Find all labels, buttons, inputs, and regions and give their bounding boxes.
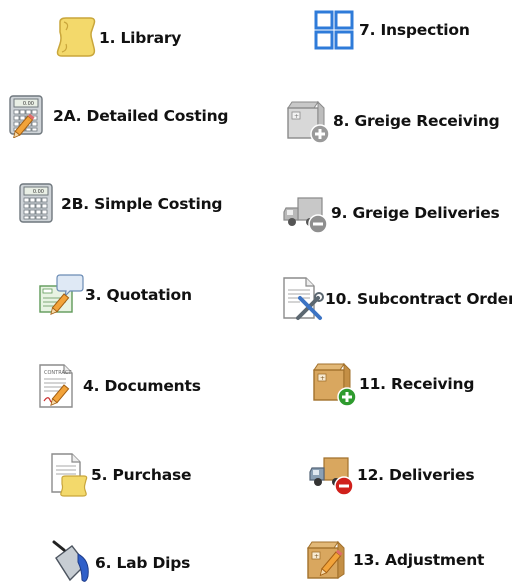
menu-item-documents[interactable]: CONTRACT 4. Documents — [36, 363, 201, 409]
menu-item-inspection[interactable]: 7. Inspection — [312, 8, 470, 52]
menu-item-label: 11. Receiving — [359, 375, 475, 393]
calculator-pencil-icon: 0.00 — [8, 94, 52, 138]
box-pencil-icon: + — [304, 536, 352, 584]
menu-item-deliveries[interactable]: 12. Deliveries — [308, 452, 475, 498]
menu-item-label: 10. Subcontract Order — [325, 290, 512, 308]
document-tools-icon — [280, 276, 324, 322]
document-pencil-icon: CONTRACT — [36, 363, 82, 409]
menu-item-label: 2B. Simple Costing — [61, 195, 223, 213]
menu-item-label: 6. Lab Dips — [95, 554, 191, 572]
svg-text:0.00: 0.00 — [23, 101, 34, 107]
menu-item-label: 2A. Detailed Costing — [53, 107, 229, 125]
menu-item-label: 7. Inspection — [359, 21, 470, 39]
box-add-gray-icon: + — [284, 98, 332, 144]
document-scroll-icon — [48, 452, 90, 498]
menu-item-greige-receiving[interactable]: + 8. Greige Receiving — [284, 98, 500, 144]
calculator-icon: 0.00 — [16, 182, 60, 226]
menu-item-receiving[interactable]: + 11. Receiving — [310, 360, 474, 408]
menu-item-label: 3. Quotation — [85, 286, 192, 304]
scroll-icon — [52, 16, 98, 60]
menu-item-simple-costing[interactable]: 0.00 2B. Simple Costing — [16, 182, 223, 226]
menu-item-adjustment[interactable]: + 13. Adjustment — [304, 536, 484, 584]
truck-remove-gray-icon — [282, 190, 330, 236]
quote-bubble-icon — [38, 272, 84, 318]
svg-text:+: + — [314, 553, 319, 560]
truck-remove-icon — [308, 452, 356, 498]
menu-item-label: 9. Greige Deliveries — [331, 204, 500, 222]
paint-bucket-icon — [48, 540, 94, 586]
menu-item-purchase[interactable]: 5. Purchase — [48, 452, 192, 498]
svg-text:0.00: 0.00 — [33, 189, 44, 195]
box-add-icon: + — [310, 360, 358, 408]
menu-item-label: 5. Purchase — [91, 466, 192, 484]
grid-icon — [312, 8, 358, 52]
menu-item-label: 4. Documents — [83, 377, 201, 395]
menu-item-label: 8. Greige Receiving — [333, 112, 500, 130]
menu-item-detailed-costing[interactable]: 0.00 2A. Detailed Costing — [8, 94, 229, 138]
svg-text:+: + — [320, 375, 325, 382]
menu-item-greige-deliveries[interactable]: 9. Greige Deliveries — [282, 190, 500, 236]
menu-item-quotation[interactable]: 3. Quotation — [38, 272, 192, 318]
menu-item-lab-dips[interactable]: 6. Lab Dips — [48, 540, 190, 586]
menu-item-library[interactable]: 1. Library — [52, 16, 181, 60]
svg-text:CONTRACT: CONTRACT — [44, 370, 72, 376]
menu-item-label: 12. Deliveries — [357, 466, 475, 484]
svg-text:+: + — [294, 113, 299, 120]
menu-item-subcontract-order[interactable]: 10. Subcontract Order — [280, 276, 512, 322]
menu-item-label: 13. Adjustment — [353, 551, 485, 569]
menu-item-label: 1. Library — [99, 29, 182, 47]
